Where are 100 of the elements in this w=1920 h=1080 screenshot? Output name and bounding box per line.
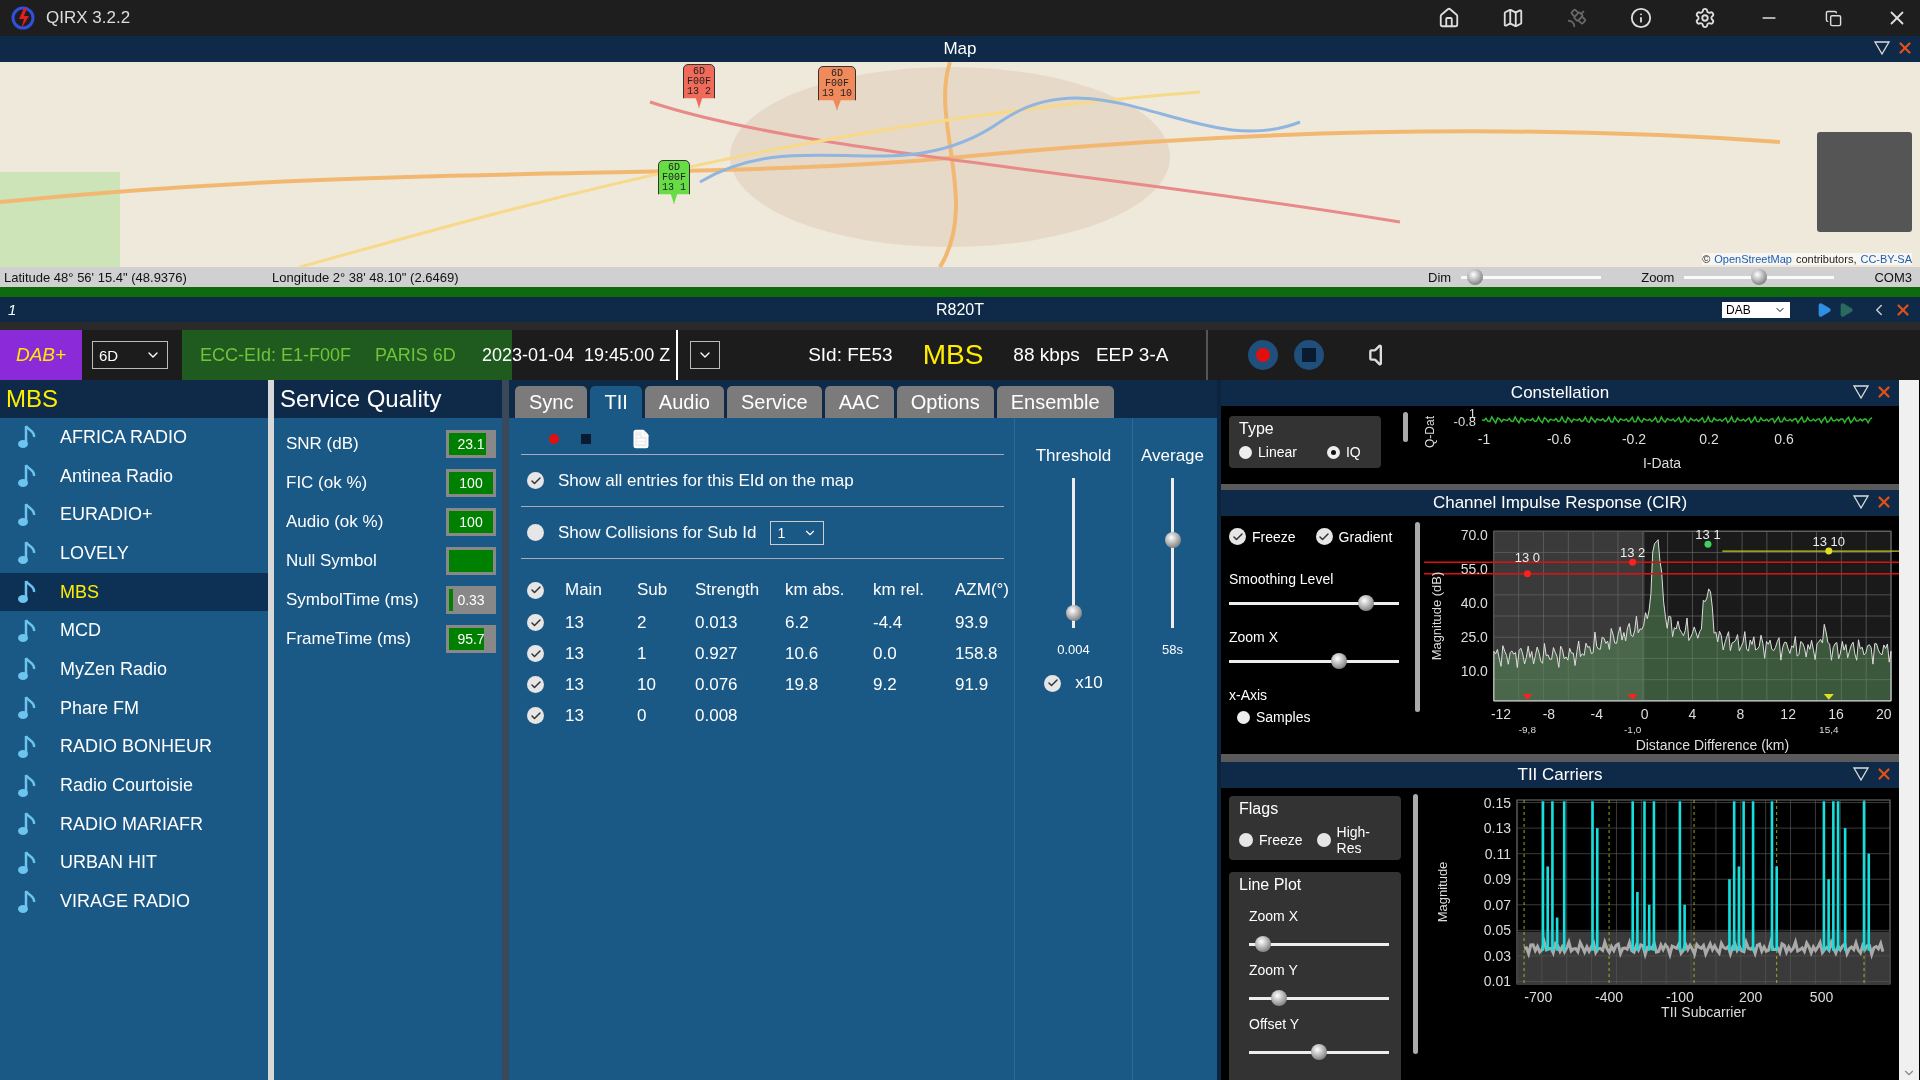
dropdown-button[interactable] xyxy=(690,341,721,369)
scrollbar-thumb[interactable] xyxy=(1415,522,1420,712)
mode-dropdown[interactable]: DAB xyxy=(1722,301,1790,318)
slider-thumb[interactable] xyxy=(1467,269,1484,285)
slider-label: Dim xyxy=(1428,269,1452,285)
service-item[interactable]: AFRICA RADIO xyxy=(0,418,268,457)
tab[interactable]: Options xyxy=(896,386,994,418)
attribution-text: contributors, xyxy=(1795,253,1857,265)
column-header[interactable]: Main xyxy=(565,573,637,607)
service-item[interactable]: RADIO MARIAFR xyxy=(0,804,268,844)
quality-label: SymbolTime (ms) xyxy=(286,589,420,610)
column-header[interactable]: Strength xyxy=(695,573,785,607)
attribution-link[interactable]: OpenStreetMap xyxy=(1714,253,1792,265)
option-label: Samples xyxy=(1256,709,1311,725)
map-marker[interactable]: 6D F00F 13 2 xyxy=(683,64,715,108)
axis-tick-label: 0.03 xyxy=(1483,947,1511,964)
radio-button[interactable] xyxy=(1239,445,1252,459)
checkbox[interactable] xyxy=(527,707,544,724)
axis-tick-label: 16 xyxy=(1828,705,1844,722)
slider-label: Zoom X xyxy=(1229,629,1279,645)
music-note-icon xyxy=(18,888,38,915)
service-item[interactable]: URBAN HIT xyxy=(0,843,268,883)
scrollbar-thumb[interactable] xyxy=(1403,412,1408,442)
radio-button[interactable] xyxy=(1326,445,1340,459)
collapse-icon[interactable] xyxy=(1853,385,1869,399)
scrollbar[interactable] xyxy=(1899,380,1919,1080)
slider-thumb[interactable] xyxy=(1255,936,1272,952)
record-button[interactable] xyxy=(1248,340,1279,370)
axis-tick-label: -0.2 xyxy=(1621,431,1647,447)
column-header[interactable]: km abs. xyxy=(785,573,873,607)
slider-thumb[interactable] xyxy=(1164,531,1181,548)
checkbox[interactable] xyxy=(527,524,544,541)
tab[interactable]: Ensemble xyxy=(996,386,1114,418)
service-item[interactable]: Radio Courtoisie xyxy=(0,766,268,805)
tab[interactable]: Audio xyxy=(644,386,724,418)
port-text: COM3 xyxy=(1874,269,1912,285)
service-name: MBS xyxy=(60,581,99,603)
slider-thumb[interactable] xyxy=(1330,653,1347,669)
slider-thumb[interactable] xyxy=(1358,595,1375,611)
collapse-icon[interactable] xyxy=(1874,41,1890,55)
checkbox[interactable] xyxy=(527,614,544,631)
table-cell-text: -4.4 xyxy=(873,611,904,634)
tab[interactable]: AAC xyxy=(824,386,894,418)
device-number: 1 xyxy=(8,301,17,318)
sid-text: SId: FE53 xyxy=(808,344,893,366)
quality-value: 95.7 xyxy=(457,630,485,647)
table-cell-text: 9.2 xyxy=(873,673,898,696)
collapse-icon[interactable] xyxy=(1853,767,1869,781)
checkbox[interactable] xyxy=(527,472,544,489)
service-item[interactable]: VIRAGE RADIO xyxy=(0,882,268,921)
option-label: Gradient xyxy=(1338,528,1393,545)
checkbox[interactable] xyxy=(1229,528,1246,545)
service-item[interactable]: EURADIO+ xyxy=(0,495,268,535)
tab[interactable]: TII xyxy=(590,386,642,418)
checkbox[interactable] xyxy=(527,645,544,662)
scrollbar-thumb[interactable] xyxy=(1413,794,1418,1054)
play-icon[interactable] xyxy=(1816,301,1832,318)
option-label: Show all entries for this EId on the map xyxy=(558,470,854,491)
column-header[interactable]: AZM(°) xyxy=(955,573,1025,607)
axis-tick-label: 0.11 xyxy=(1484,845,1511,862)
music-note-icon xyxy=(18,772,38,799)
music-note-icon xyxy=(18,617,38,644)
checkbox[interactable] xyxy=(1044,674,1062,692)
collapse-icon[interactable] xyxy=(1853,495,1869,509)
channel-dropdown[interactable]: 6D xyxy=(92,341,168,369)
slider-thumb[interactable] xyxy=(1311,1044,1327,1060)
service-item[interactable]: MBS xyxy=(0,572,268,612)
service-item[interactable]: Phare FM xyxy=(0,688,268,728)
radio-button[interactable] xyxy=(1237,710,1250,724)
document-icon[interactable] xyxy=(631,429,651,449)
group-label: Type xyxy=(1239,420,1275,438)
checkbox[interactable] xyxy=(527,676,544,693)
service-name: Antinea Radio xyxy=(60,465,174,487)
group-label: Flags xyxy=(1239,800,1280,818)
service-item[interactable]: MyZen Radio xyxy=(0,650,268,689)
tab[interactable]: Sync xyxy=(515,386,588,418)
service-item[interactable]: MCD xyxy=(0,611,268,651)
service-item[interactable]: RADIO BONHEUR xyxy=(0,727,268,767)
axis-tick-label: 25.0 xyxy=(1460,629,1488,645)
service-name: URBAN HIT xyxy=(60,852,157,874)
map-view[interactable]: 6D F00F 13 2 6D F00F 13 10 6D F00F 13 1 © OpenStreetMap contributors, CC-BY-SA xyxy=(0,62,1920,267)
slider-thumb[interactable] xyxy=(1751,269,1768,285)
sub-id-dropdown[interactable]: 1 xyxy=(770,520,825,545)
info-icon[interactable] xyxy=(1628,5,1654,31)
tab[interactable]: Service xyxy=(726,386,822,418)
checkbox[interactable] xyxy=(1315,528,1333,545)
license-link[interactable]: CC-BY-SA xyxy=(1860,253,1912,265)
slider-thumb[interactable] xyxy=(1065,605,1082,622)
column-header[interactable]: Sub xyxy=(637,573,695,607)
map-marker[interactable]: 6D F00F 13 1 xyxy=(658,160,690,204)
service-item[interactable]: LOVELY xyxy=(0,534,268,573)
checkbox[interactable] xyxy=(1239,833,1253,847)
column-header[interactable]: km rel. xyxy=(873,573,955,607)
latitude-text: Latitude 48° 56' 15.4" (48.9376) xyxy=(4,269,188,285)
service-name: VIRAGE RADIO xyxy=(60,891,191,913)
checkbox[interactable] xyxy=(527,581,544,599)
quality-value: 0.33 xyxy=(457,591,485,608)
service-item[interactable]: Antinea Radio xyxy=(0,456,268,496)
slider-thumb[interactable] xyxy=(1271,990,1288,1006)
checkbox[interactable] xyxy=(1316,833,1331,847)
